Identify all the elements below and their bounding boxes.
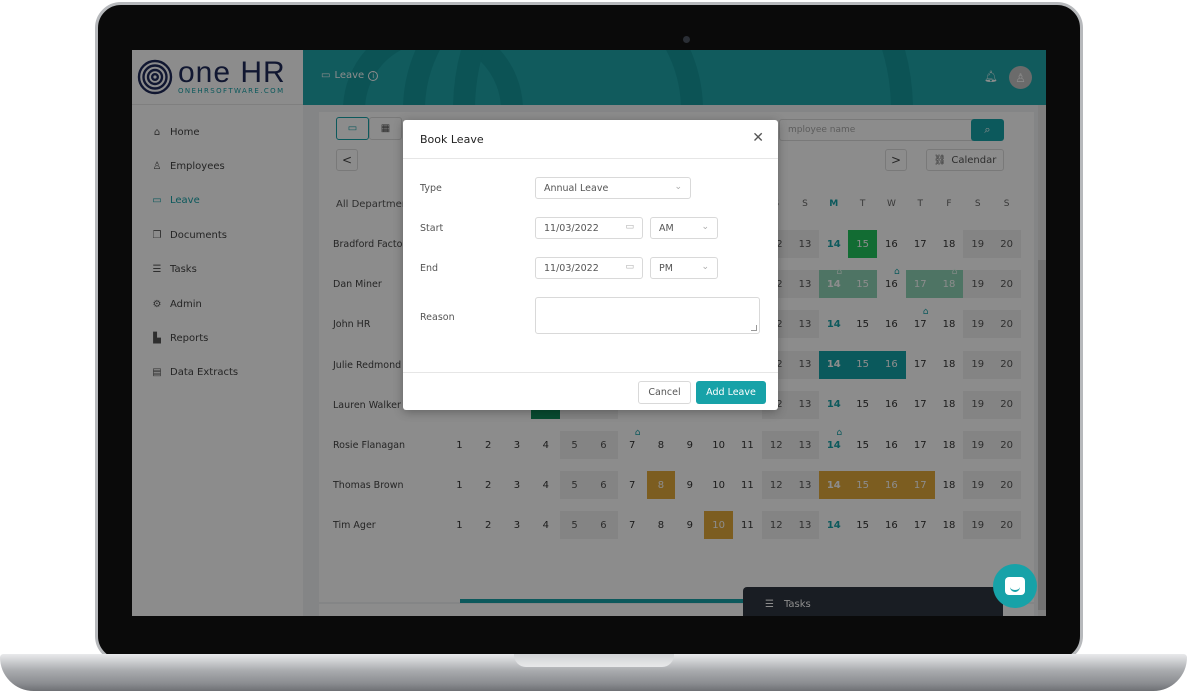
start-label: Start [420, 223, 444, 234]
reason-label: Reason [420, 312, 455, 323]
app-screen: one HR ONEHRSOFTWARE.COM ⌂ Home ♙ Employees… [132, 50, 1046, 616]
leave-type-value: Annual Leave [544, 183, 609, 194]
chevron-down-icon: ⌄ [701, 222, 709, 232]
end-date-input[interactable]: 11/03/2022 ▭ [535, 257, 643, 279]
leave-type-select[interactable]: Annual Leave ⌄ [535, 177, 691, 199]
chevron-down-icon: ⌄ [701, 262, 709, 272]
start-period-select[interactable]: AM ⌄ [650, 217, 718, 239]
laptop-notch [514, 654, 674, 667]
camera [683, 36, 690, 43]
type-label: Type [420, 183, 442, 194]
chat-button[interactable] [993, 564, 1037, 608]
calendar-icon: ▭ [625, 222, 634, 232]
reason-textarea[interactable] [535, 297, 760, 334]
cancel-button[interactable]: Cancel [638, 381, 691, 404]
end-period-select[interactable]: PM ⌄ [650, 257, 718, 279]
modal-title: Book Leave [420, 132, 484, 146]
book-leave-modal: Book Leave ✕ Type Annual Leave ⌄ Start 1… [403, 120, 778, 410]
end-period-value: PM [659, 263, 673, 274]
calendar-icon: ▭ [625, 262, 634, 272]
end-date-value: 11/03/2022 [544, 263, 599, 274]
modal-header: Book Leave ✕ [403, 120, 778, 159]
start-date-input[interactable]: 11/03/2022 ▭ [535, 217, 643, 239]
modal-footer: Cancel Add Leave [403, 372, 778, 410]
add-leave-button[interactable]: Add Leave [696, 381, 766, 404]
start-date-value: 11/03/2022 [544, 223, 599, 234]
chat-icon [1005, 577, 1025, 595]
end-label: End [420, 263, 439, 274]
chevron-down-icon: ⌄ [674, 182, 682, 192]
start-period-value: AM [659, 223, 674, 234]
close-icon[interactable]: ✕ [752, 131, 764, 145]
